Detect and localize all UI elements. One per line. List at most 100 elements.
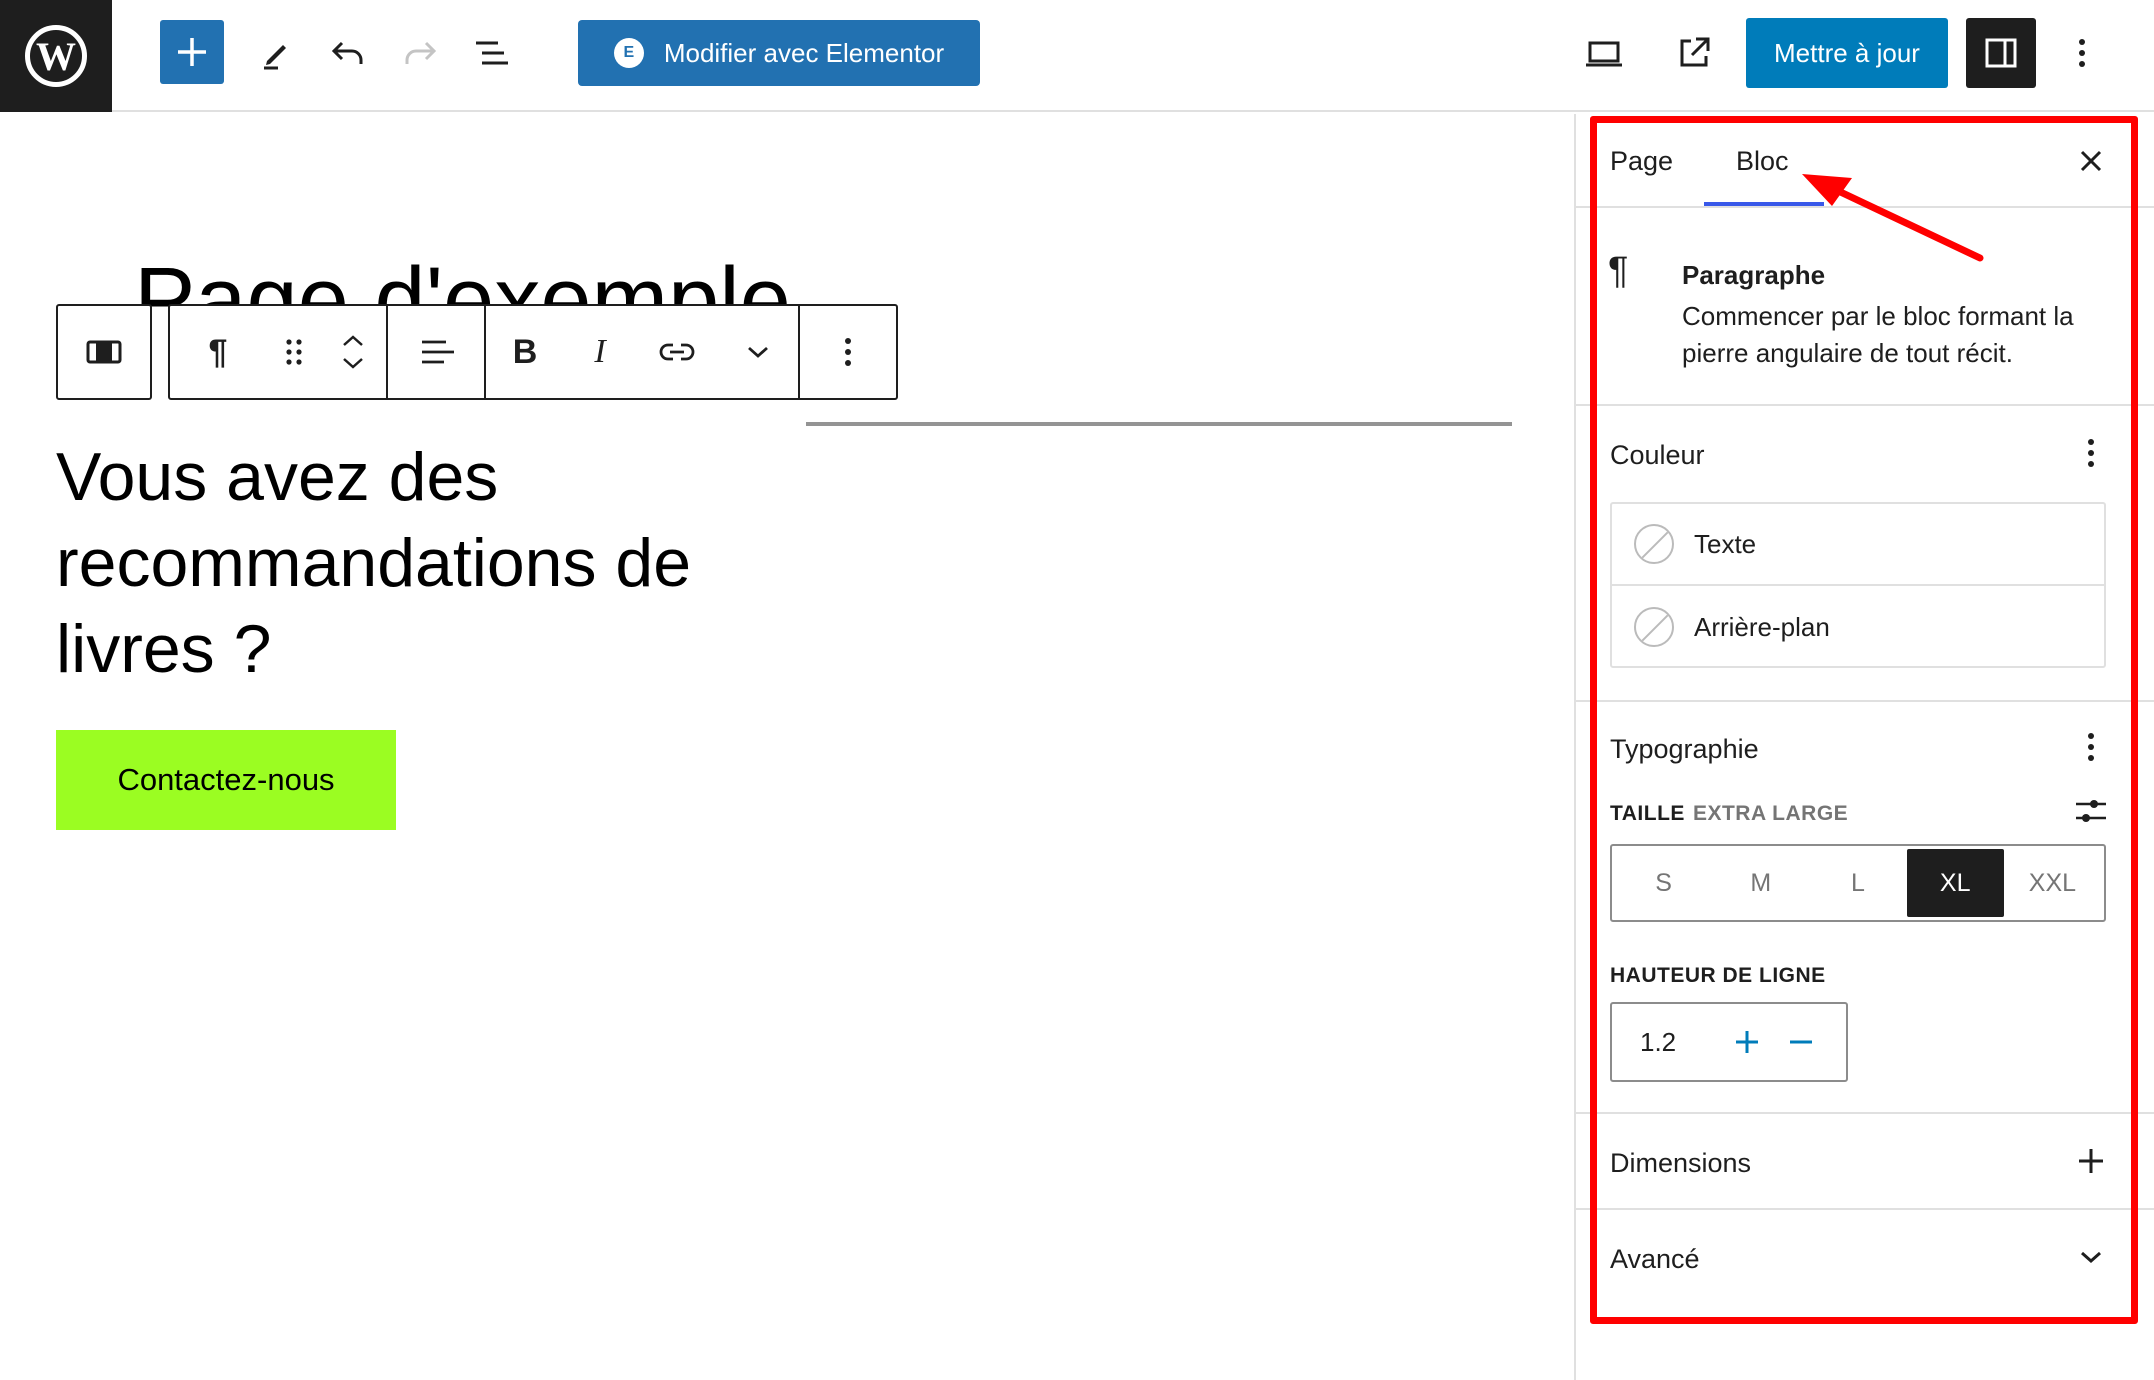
- line-height-value: 1.2: [1640, 1026, 1677, 1057]
- view-page-button[interactable]: [1664, 20, 1724, 86]
- laptop-icon: [1586, 41, 1622, 67]
- text-color-option[interactable]: Texte: [1612, 504, 2104, 586]
- typography-panel-title: Typographie: [1610, 734, 1759, 764]
- undo-button[interactable]: [318, 20, 378, 86]
- redo-button[interactable]: [390, 20, 450, 86]
- background-color-option[interactable]: Arrière-plan: [1612, 586, 2104, 668]
- italic-button[interactable]: I: [564, 306, 636, 398]
- drag-handle[interactable]: [266, 306, 322, 398]
- format-group: B I: [486, 306, 800, 398]
- block-card: ¶ Paragraphe Commencer par le bloc forma…: [1576, 208, 2154, 406]
- contact-button-block[interactable]: Contactez-nous: [56, 730, 396, 830]
- background-color-label: Arrière-plan: [1694, 611, 1830, 642]
- empty-color-swatch-icon: [1634, 524, 1674, 564]
- list-view-icon: [476, 41, 508, 65]
- bold-icon: B: [512, 332, 538, 371]
- elementor-icon: E: [613, 38, 644, 68]
- columns-block-icon: [86, 340, 122, 364]
- advanced-panel[interactable]: Avancé: [1576, 1210, 2154, 1306]
- empty-color-swatch-icon: [1634, 607, 1674, 647]
- line-height-input[interactable]: 1.2: [1610, 1002, 1848, 1082]
- settings-toggle-button[interactable]: [1966, 18, 2036, 88]
- size-option-s[interactable]: S: [1615, 849, 1712, 917]
- text-color-label: Texte: [1694, 528, 1757, 559]
- align-group: [388, 306, 486, 398]
- minus-icon: [1790, 1040, 1812, 1044]
- block-description: Commencer par le bloc formant la pierre …: [1682, 301, 2074, 368]
- color-options-button[interactable]: [2066, 428, 2116, 478]
- paragraph-icon: ¶: [1608, 250, 1629, 292]
- update-button[interactable]: Mettre à jour: [1746, 18, 1948, 88]
- color-panel: Couleur Texte Arrière-plan: [1576, 406, 2154, 702]
- update-label: Mettre à jour: [1774, 37, 1920, 68]
- dimensions-add-button[interactable]: [2066, 1136, 2116, 1186]
- block-parent-toolbar: [56, 304, 152, 400]
- align-text-button[interactable]: [388, 306, 484, 398]
- line-height-decrement-button[interactable]: [1774, 1028, 1828, 1056]
- tab-bloc[interactable]: Bloc: [1736, 146, 1789, 177]
- link-button[interactable]: [636, 306, 718, 398]
- block-title: Paragraphe: [1682, 260, 1826, 290]
- font-size-picker: S M L XL XXL: [1610, 844, 2106, 922]
- block-options-button[interactable]: [800, 306, 896, 398]
- advanced-toggle-button[interactable]: [2066, 1232, 2116, 1282]
- plus-icon: [2079, 1149, 2103, 1173]
- tab-page[interactable]: Page: [1610, 146, 1673, 177]
- size-option-xl[interactable]: XL: [1906, 849, 2004, 917]
- chevron-down-icon: [2081, 1251, 2101, 1264]
- wordpress-logo-button[interactable]: W: [0, 0, 112, 112]
- line-height-label: HAUTEUR DE LIGNE: [1610, 964, 1826, 987]
- font-size-label: TAILLE EXTRA LARGE: [1610, 802, 1849, 825]
- tools-edit-button[interactable]: [246, 20, 306, 86]
- size-option-l[interactable]: L: [1809, 849, 1906, 917]
- undo-icon: [331, 41, 363, 64]
- options-menu-button[interactable]: [2052, 20, 2112, 86]
- close-settings-button[interactable]: [2066, 136, 2116, 186]
- redo-icon: [405, 41, 437, 64]
- active-tab-indicator: [1704, 202, 1824, 206]
- font-size-value: EXTRA LARGE: [1692, 802, 1849, 825]
- drag-handle-icon: [286, 339, 302, 365]
- edit-with-elementor-button[interactable]: E Modifier avec Elementor: [578, 20, 980, 86]
- more-vertical-icon: [2079, 39, 2085, 67]
- chevron-up-icon[interactable]: [340, 333, 366, 349]
- move-block-controls: [322, 306, 384, 398]
- block-toolbar: ¶ B I: [168, 304, 898, 400]
- chevron-down-icon: [748, 346, 768, 358]
- chevron-down-icon[interactable]: [340, 355, 366, 371]
- sidebar-panel-icon: [1985, 38, 2017, 68]
- options-group: [800, 306, 896, 398]
- document-overview-button[interactable]: [462, 20, 522, 86]
- contact-button-label: Contactez-nous: [117, 762, 335, 797]
- link-icon: [659, 343, 695, 361]
- more-vertical-icon: [2088, 439, 2094, 467]
- paragraph-icon: ¶: [208, 332, 228, 371]
- more-rich-text-button[interactable]: [718, 306, 798, 398]
- dimensions-panel-title: Dimensions: [1610, 1148, 1752, 1178]
- separator-block[interactable]: [806, 422, 1512, 426]
- italic-icon: I: [594, 333, 606, 370]
- edit-with-elementor-label: Modifier avec Elementor: [663, 37, 945, 68]
- external-link-icon: [1680, 37, 1710, 67]
- line-height-increment-button[interactable]: [1720, 1028, 1774, 1056]
- select-parent-button[interactable]: [58, 306, 150, 398]
- close-icon: [2080, 150, 2102, 172]
- size-option-xxl[interactable]: XXL: [2004, 849, 2101, 917]
- paragraph-block-switcher[interactable]: ¶: [170, 306, 266, 398]
- editor-top-bar: W E Modifier avec Elementor Mettre à jou…: [0, 0, 2154, 112]
- settings-sliders-icon: [2076, 800, 2106, 822]
- advanced-panel-title: Avancé: [1610, 1244, 1700, 1274]
- bold-button[interactable]: B: [486, 306, 564, 398]
- custom-size-button[interactable]: [2066, 786, 2116, 836]
- preview-device-button[interactable]: [1574, 20, 1634, 86]
- plus-icon: [178, 38, 206, 66]
- selected-paragraph[interactable]: Vous avez des recommandations de livres …: [56, 434, 796, 692]
- more-vertical-icon: [2088, 733, 2094, 761]
- size-option-m[interactable]: M: [1712, 849, 1809, 917]
- add-block-button[interactable]: [160, 20, 224, 84]
- pencil-icon: [264, 45, 286, 70]
- typography-options-button[interactable]: [2066, 722, 2116, 772]
- editor-canvas: Page d'exemple ¶ B I Vous avez des recom…: [0, 114, 1574, 1380]
- more-vertical-icon: [845, 338, 851, 366]
- dimensions-panel[interactable]: Dimensions: [1576, 1114, 2154, 1210]
